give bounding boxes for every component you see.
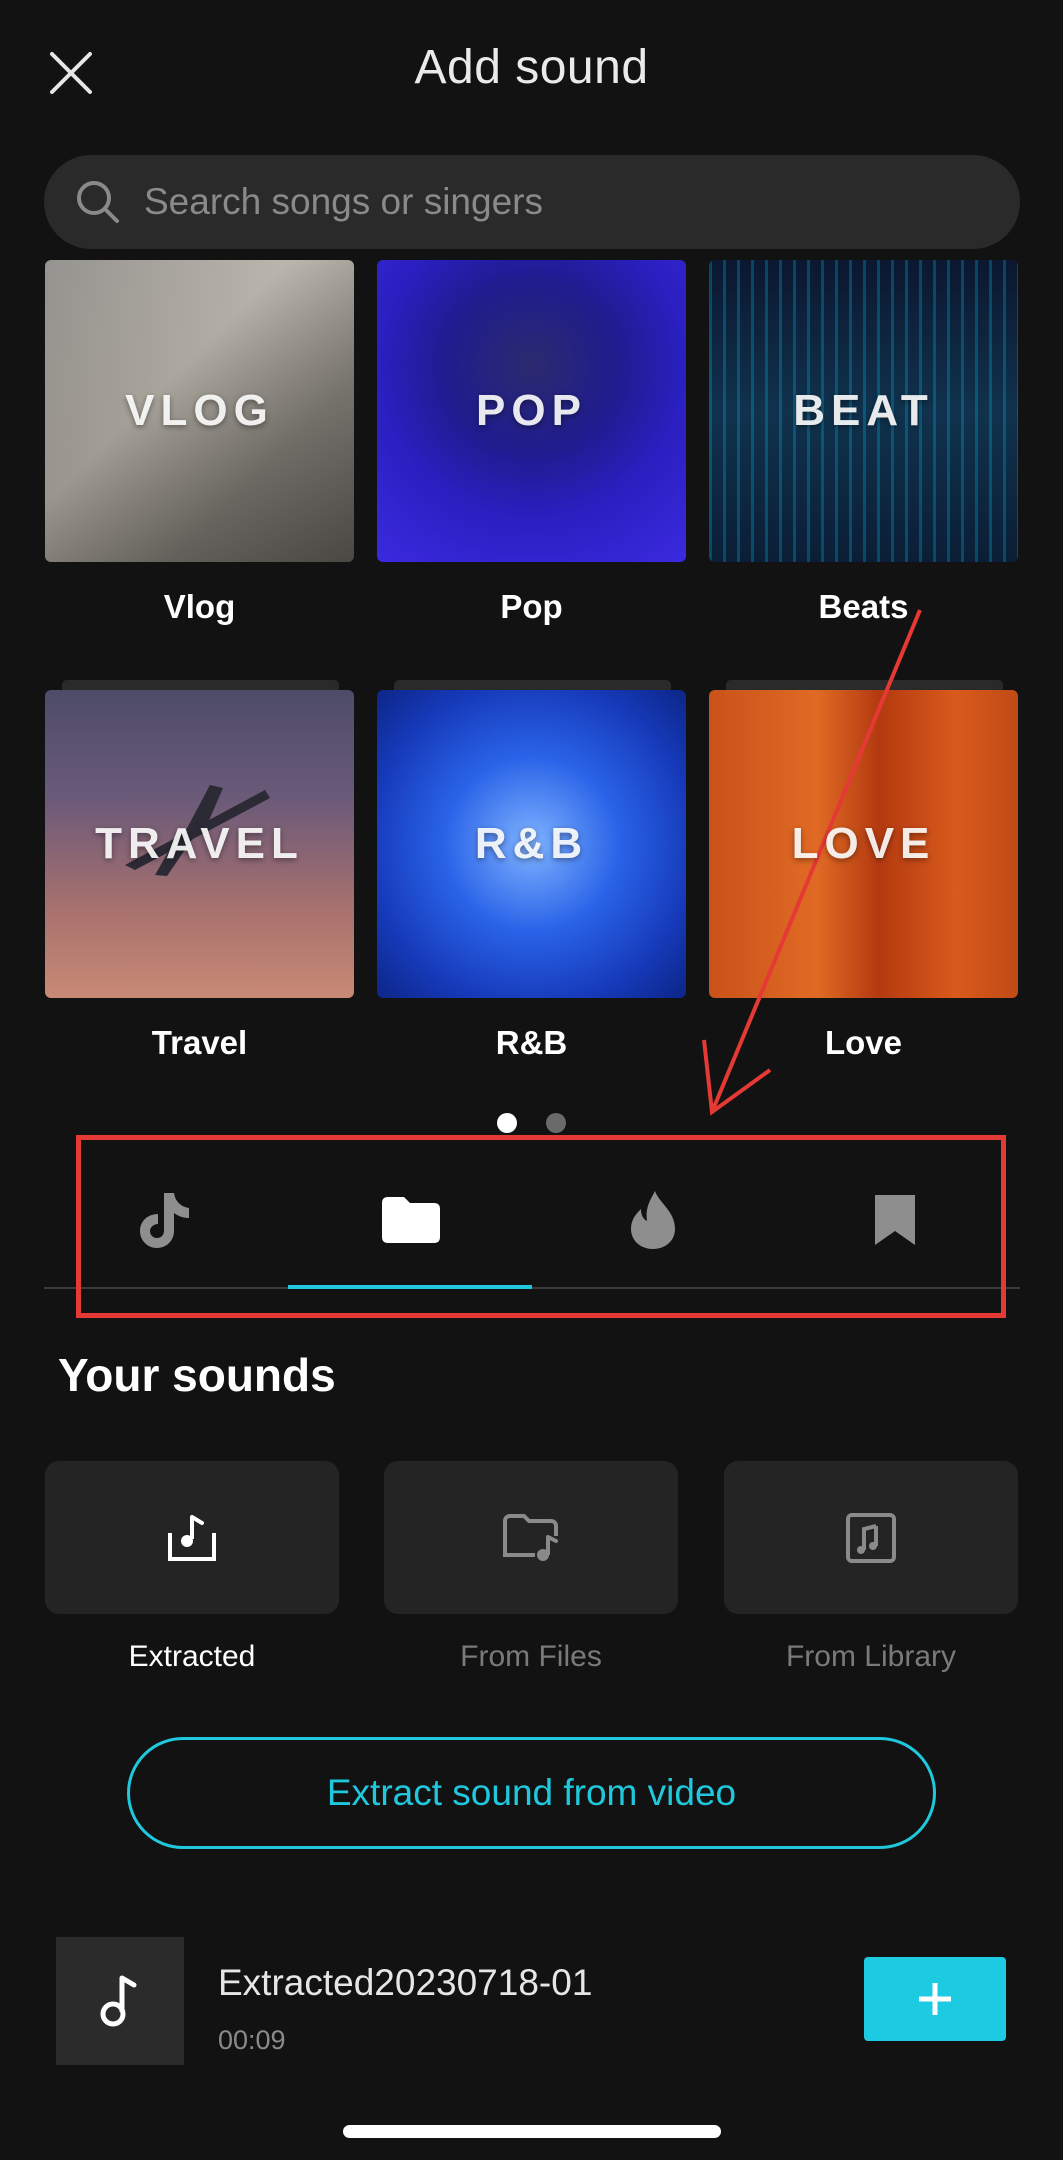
section-title: Your sounds: [58, 1349, 336, 1401]
tab-tiktok[interactable]: [126, 1175, 206, 1265]
source-label-files: From Files: [460, 1640, 602, 1673]
genre-overlay-text: POP: [476, 386, 587, 435]
source-label-library: From Library: [785, 1640, 957, 1673]
bookmark-icon: [875, 1195, 915, 1245]
tab-divider: [44, 1287, 1020, 1289]
genre-overlay-text: R&B: [474, 819, 589, 868]
source-files-button[interactable]: [384, 1461, 678, 1614]
tiktok-icon: [140, 1193, 189, 1248]
source-library-button[interactable]: [724, 1461, 1018, 1614]
source-label-extracted: Extracted: [128, 1640, 256, 1673]
annotation-arrow-icon: [702, 609, 922, 1116]
music-note-icon: [100, 1975, 137, 2027]
track-title: Extracted20230718-01: [218, 1962, 593, 2003]
tab-trending[interactable]: [613, 1175, 693, 1265]
genre-overlay-text: BEAT: [793, 386, 934, 435]
add-sound-screen: Add sound VLOG POP BEAT Vlog Pop Beats T…: [0, 0, 1063, 2160]
genre-overlay-text: TRAVEL: [95, 819, 304, 868]
music-folder-icon: [503, 1513, 558, 1561]
genre-overlay-text: LOVE: [791, 819, 936, 868]
source-extracted-button[interactable]: [45, 1461, 339, 1614]
music-library-icon: [846, 1512, 896, 1563]
genre-overlay-text: VLOG: [125, 386, 274, 435]
track-thumbnail[interactable]: [56, 1937, 184, 2065]
plus-icon: [919, 1983, 951, 2015]
folder-icon: [382, 1197, 440, 1243]
tab-my-files[interactable]: [371, 1175, 451, 1265]
tab-favorites[interactable]: [855, 1175, 935, 1265]
active-tab-indicator: [288, 1285, 532, 1289]
add-track-button[interactable]: [864, 1957, 1006, 2041]
home-indicator: [343, 2125, 721, 2138]
extract-audio-icon: [168, 1514, 216, 1561]
flame-icon: [631, 1191, 675, 1249]
extract-sound-button[interactable]: Extract sound from video: [127, 1737, 936, 1849]
track-duration: 00:09: [218, 2025, 286, 2055]
